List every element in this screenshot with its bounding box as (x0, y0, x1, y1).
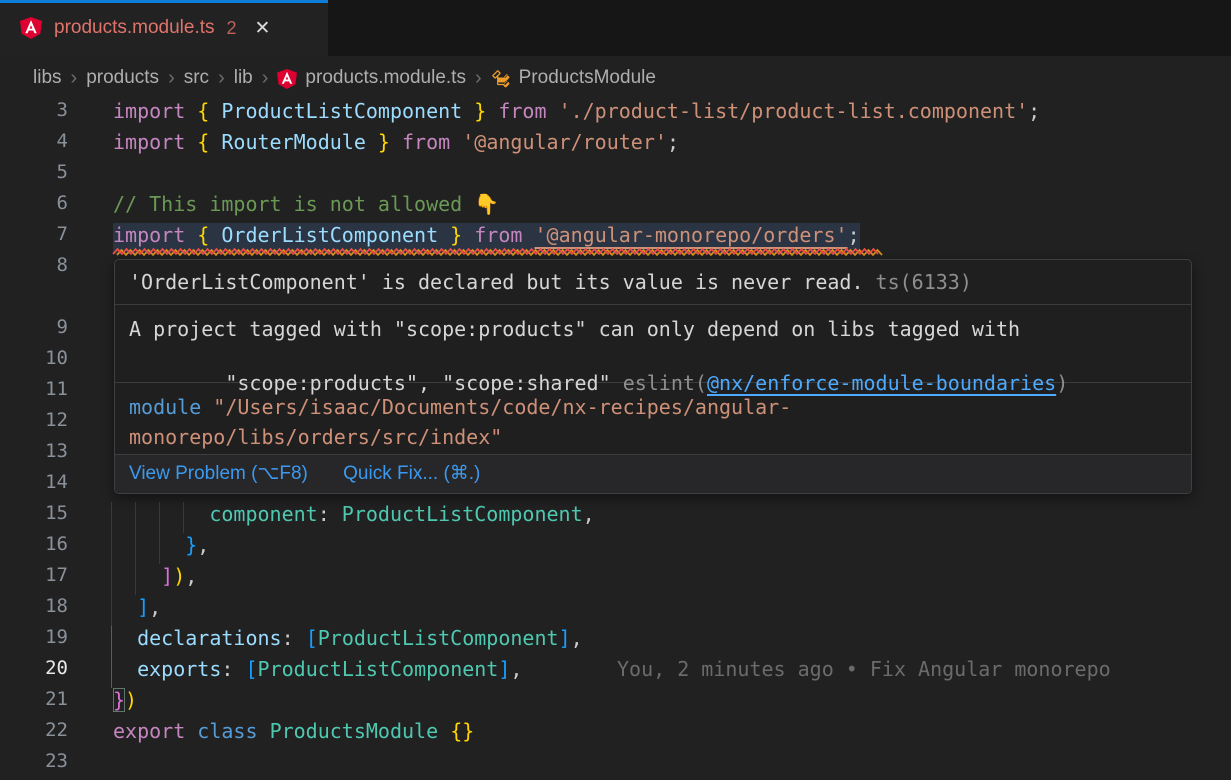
active-tab-indicator (0, 0, 328, 3)
indent-guide (111, 533, 112, 564)
chevron-right-icon: › (71, 67, 78, 90)
code-line-19[interactable]: declarations: [ProductListComponent], (113, 626, 583, 657)
code-line-16[interactable]: }, (113, 533, 209, 564)
hover-ts-diagnostic: 'OrderListComponent' is declared but its… (115, 260, 1191, 304)
code-line-17[interactable]: ]), (113, 564, 197, 595)
error-squiggle (113, 248, 875, 256)
angular-icon (20, 17, 42, 39)
diagnostic-message-ts: 'OrderListComponent' is declared but its… (129, 270, 876, 294)
line-number-21: 21 (0, 688, 68, 719)
chevron-right-icon: › (168, 67, 175, 90)
line-number-11: 11 (0, 378, 68, 409)
angular-icon (277, 69, 297, 89)
line-number-12: 12 (0, 409, 68, 440)
tab-bar: products.module.ts 2 ✕ (0, 0, 1231, 56)
indent-guide-active (111, 657, 112, 688)
code-line-22[interactable]: export class ProductsModule {} (113, 719, 474, 750)
line-number-15: 15 (0, 502, 68, 533)
chevron-right-icon: › (218, 67, 225, 90)
breadcrumb: libs › products › src › lib › products.module.t… (0, 56, 1231, 100)
quick-fix-action[interactable]: Quick Fix... (⌘.) (343, 463, 480, 484)
class-symbol-icon (491, 69, 511, 89)
line-number-5: 5 (0, 161, 68, 192)
hover-eslint-diagnostic: A project tagged with "scope:products" c… (115, 304, 1191, 382)
indent-guide (111, 564, 112, 595)
indent-guide-active (111, 626, 112, 657)
indent-guide (111, 502, 112, 533)
line-number-3: 3 (0, 99, 68, 130)
breadcrumb-symbol[interactable]: ProductsModule (519, 67, 656, 89)
line-number-14: 14 (0, 471, 68, 502)
close-icon[interactable]: ✕ (255, 17, 271, 40)
line-number-16: 16 (0, 533, 68, 564)
module-keyword: module (129, 395, 201, 419)
line-number-23: 23 (0, 750, 68, 780)
breadcrumb-segment[interactable]: src (184, 67, 209, 89)
problem-hover-popup: 'OrderListComponent' is declared but its… (114, 259, 1192, 494)
view-problem-action[interactable]: View Problem (⌥F8) (129, 463, 308, 484)
git-blame-annotation: You, 2 minutes ago • Fix Angular monorep… (617, 657, 1111, 688)
code-line-15[interactable]: component: ProductListComponent, (113, 502, 595, 533)
line-number-19: 19 (0, 626, 68, 657)
eslint-message-line1: A project tagged with "scope:products" c… (129, 316, 1177, 343)
code-line-18[interactable]: ], (113, 595, 161, 626)
chevron-right-icon: › (262, 67, 269, 90)
line-number-4: 4 (0, 130, 68, 161)
line-number-7: 7 (0, 223, 68, 254)
chevron-right-icon: › (475, 67, 482, 90)
breadcrumb-file[interactable]: products.module.ts (305, 67, 466, 89)
tab-title: products.module.ts (54, 17, 215, 39)
line-number-17: 17 (0, 564, 68, 595)
tab-problems-badge: 2 (227, 18, 237, 39)
breadcrumb-segment[interactable]: products (86, 67, 159, 89)
diagnostic-source-ts: ts(6133) (876, 270, 972, 294)
line-number-22: 22 (0, 719, 68, 750)
line-number-8: 8 (0, 254, 68, 285)
line-number-10: 10 (0, 347, 68, 378)
line-number-9: 9 (0, 316, 68, 347)
code-line-4[interactable]: import { RouterModule } from '@angular/r… (113, 130, 679, 161)
code-line-6[interactable]: // This import is not allowed 👇 (113, 192, 499, 223)
breadcrumb-segment[interactable]: lib (234, 67, 253, 89)
breadcrumb-segments: libs › products › src › lib › (33, 67, 277, 90)
line-number-20: 20 (0, 657, 68, 688)
indent-guide (111, 595, 112, 626)
code-line-7[interactable]: import { OrderListComponent } from '@ang… (113, 223, 860, 254)
code-line-3[interactable]: import { ProductListComponent } from './… (113, 99, 1040, 130)
line-number-6: 6 (0, 192, 68, 223)
hover-status-bar: View Problem (⌥F8) Quick Fix... (⌘.) (115, 454, 1191, 493)
code-line-20[interactable]: exports: [ProductListComponent], (113, 657, 522, 688)
breadcrumb-segment[interactable]: libs (33, 67, 62, 89)
line-number-18: 18 (0, 595, 68, 626)
code-line-21[interactable]: }) (113, 688, 137, 719)
tab-products-module[interactable]: products.module.ts 2 ✕ (0, 0, 328, 56)
line-number-13: 13 (0, 440, 68, 471)
